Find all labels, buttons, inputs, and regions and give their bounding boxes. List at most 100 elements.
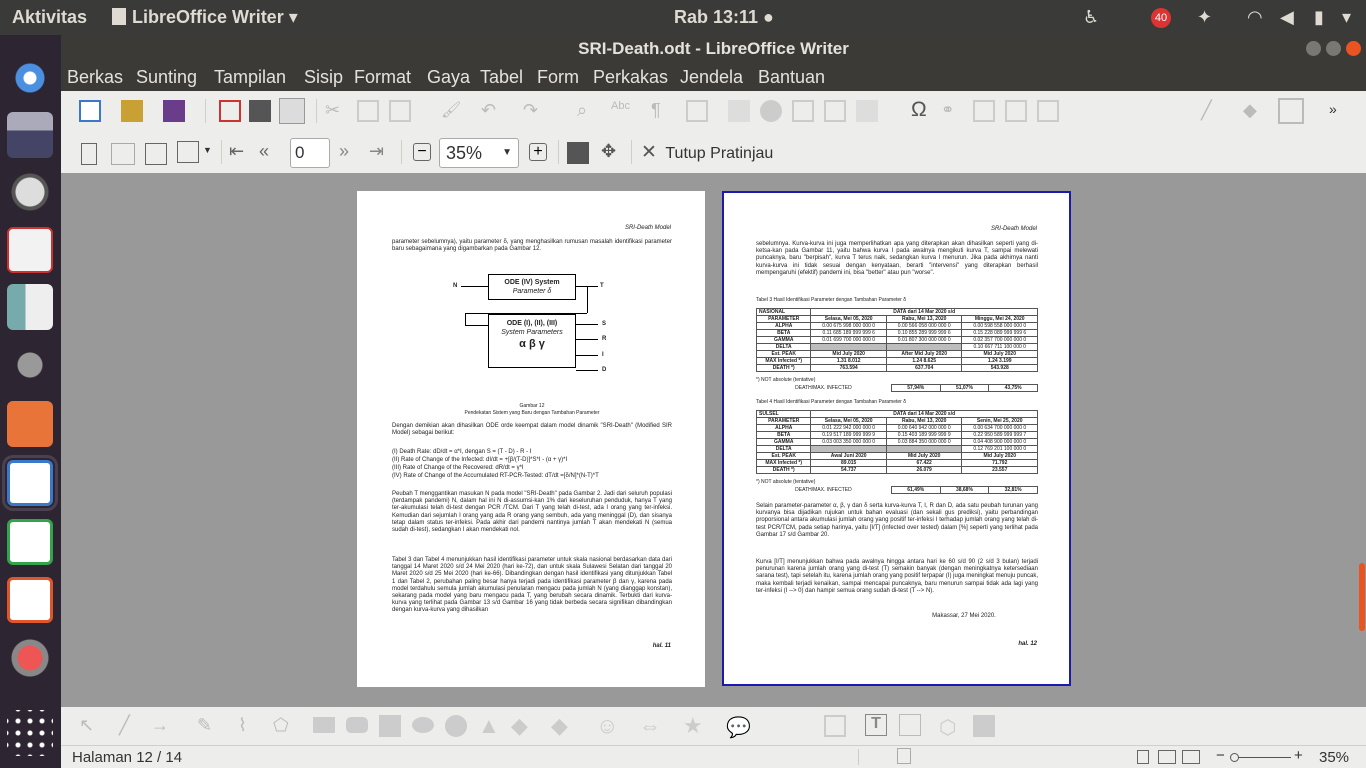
- menu-perkakas[interactable]: Perkakas: [593, 67, 668, 88]
- insert-table-icon[interactable]: [686, 100, 708, 122]
- callouts-icon[interactable]: 💬: [726, 715, 751, 739]
- page-12[interactable]: SRI-Death Model sebelumnya. Kurva-kurva …: [722, 191, 1071, 686]
- battery-icon[interactable]: ▮: [1314, 7, 1324, 28]
- symbol-shapes-icon[interactable]: ☺: [596, 713, 618, 738]
- menu-form[interactable]: Form: [537, 67, 579, 88]
- print-preview-print-icon[interactable]: [567, 142, 589, 164]
- menu-jendela[interactable]: Jendela: [680, 67, 743, 88]
- insert-field-icon[interactable]: [856, 100, 878, 122]
- arrow-line-icon[interactable]: →: [151, 715, 173, 737]
- close-button[interactable]: [1346, 41, 1361, 56]
- menu-sunting[interactable]: Sunting: [136, 67, 197, 88]
- basic-shapes-icon[interactable]: ◆: [1243, 100, 1265, 122]
- system-menu-icon[interactable]: ▾: [1342, 7, 1351, 28]
- footnote-icon[interactable]: [973, 100, 995, 122]
- text-box-icon[interactable]: T: [865, 714, 887, 736]
- libreoffice-impress-doc-icon[interactable]: [7, 577, 53, 623]
- clone-formatting-icon[interactable]: 🖌: [441, 100, 463, 122]
- square-icon[interactable]: [379, 715, 401, 737]
- insert-callout-icon[interactable]: [824, 715, 846, 737]
- insert-page-break-icon[interactable]: [824, 100, 846, 122]
- redo-icon[interactable]: ↷: [523, 100, 545, 122]
- menu-format[interactable]: Format: [354, 67, 411, 88]
- book-view-icon[interactable]: [1182, 750, 1200, 764]
- close-preview-button[interactable]: ✕ Tutup Pratinjau: [641, 141, 773, 164]
- book-preview-icon[interactable]: [145, 143, 167, 165]
- ellipse-icon[interactable]: [412, 717, 434, 733]
- menu-berkas[interactable]: Berkas: [67, 67, 123, 88]
- zoom-out-button[interactable]: −: [1216, 747, 1225, 764]
- fullscreen-icon[interactable]: ✥: [601, 141, 623, 163]
- draw-functions-icon[interactable]: [1278, 98, 1304, 124]
- dropbox-icon[interactable]: ✦: [1197, 7, 1212, 28]
- page-11[interactable]: SRI-Death Model parameter sebelumnya), y…: [357, 191, 705, 687]
- print-preview-icon[interactable]: [279, 98, 305, 124]
- insert-chart-icon[interactable]: [760, 100, 782, 122]
- gimp-icon[interactable]: [7, 342, 53, 388]
- zoom-select[interactable]: 35% ▼: [439, 138, 519, 168]
- more-tools-icon[interactable]: »: [1329, 101, 1351, 123]
- scrollbar-thumb[interactable]: [1359, 563, 1365, 631]
- rhombus-icon[interactable]: ◆: [511, 713, 533, 738]
- curve-icon[interactable]: ⬠: [273, 715, 295, 737]
- stars-icon[interactable]: ★: [683, 713, 705, 738]
- print-icon[interactable]: [249, 100, 271, 122]
- insert-image-icon[interactable]: [728, 100, 750, 122]
- activities-button[interactable]: Aktivitas: [12, 7, 87, 28]
- single-page-icon[interactable]: [81, 143, 97, 165]
- cut-icon[interactable]: ✂: [325, 100, 347, 122]
- clock[interactable]: Rab 13:11 ●: [674, 7, 774, 28]
- menu-gaya[interactable]: Gaya: [427, 67, 470, 88]
- accessibility-icon[interactable]: ♿: [1083, 7, 1099, 28]
- menu-bantuan[interactable]: Bantuan: [758, 67, 825, 88]
- libreoffice-impress-icon[interactable]: [7, 284, 53, 330]
- zoom-in-button[interactable]: +: [1294, 747, 1303, 764]
- select-icon[interactable]: ↖: [79, 715, 101, 737]
- circle-icon[interactable]: [445, 715, 467, 737]
- minimize-button[interactable]: [1306, 41, 1321, 56]
- document-modified-icon[interactable]: [897, 748, 911, 764]
- multi-page-view-icon[interactable]: [1158, 750, 1176, 764]
- settings-icon[interactable]: [7, 635, 53, 681]
- files-icon[interactable]: [7, 401, 53, 447]
- two-pages-icon[interactable]: [111, 143, 135, 165]
- volume-icon[interactable]: ◀: [1280, 7, 1294, 28]
- software-center-icon[interactable]: [7, 169, 53, 215]
- points-icon[interactable]: ⬡: [939, 715, 961, 739]
- zoom-in-icon[interactable]: +: [529, 143, 547, 161]
- wifi-icon[interactable]: ◠: [1247, 7, 1263, 28]
- next-page-icon[interactable]: »: [339, 141, 361, 163]
- network-icon[interactable]: [7, 112, 53, 158]
- track-changes-icon[interactable]: [1037, 100, 1059, 122]
- freeform-icon[interactable]: ✎: [197, 715, 219, 737]
- paste-icon[interactable]: [389, 100, 411, 122]
- zoom-out-icon[interactable]: −: [413, 143, 431, 161]
- save-icon[interactable]: [163, 100, 185, 122]
- line-tool-icon[interactable]: ╱: [119, 715, 141, 737]
- previous-page-icon[interactable]: «: [259, 141, 281, 163]
- open-folder-icon[interactable]: [121, 100, 143, 122]
- first-page-icon[interactable]: ⇤: [229, 141, 251, 163]
- rectangle-icon[interactable]: [313, 717, 335, 733]
- app-grid-icon[interactable]: [7, 710, 53, 756]
- fontwork-icon[interactable]: [899, 714, 921, 736]
- formatting-marks-icon[interactable]: ¶: [651, 100, 673, 122]
- line-icon[interactable]: ╱: [1201, 100, 1223, 122]
- zoom-slider[interactable]: [1230, 753, 1291, 762]
- menu-tampilan[interactable]: Tampilan: [214, 67, 286, 88]
- find-replace-icon[interactable]: ⌕: [577, 100, 599, 122]
- diamond-shapes-icon[interactable]: ◆: [551, 713, 573, 738]
- hyperlink-icon[interactable]: ⚭: [941, 100, 963, 122]
- shadow-icon[interactable]: [973, 715, 995, 737]
- export-pdf-icon[interactable]: [219, 100, 241, 122]
- insert-textbox-icon[interactable]: [792, 100, 814, 122]
- single-page-view-icon[interactable]: [1137, 750, 1149, 764]
- copy-icon[interactable]: [357, 100, 379, 122]
- undo-icon[interactable]: ↶: [481, 100, 503, 122]
- page-number-input[interactable]: 0: [290, 138, 330, 168]
- last-page-icon[interactable]: ⇥: [369, 141, 391, 163]
- maximize-button[interactable]: [1326, 41, 1341, 56]
- libreoffice-writer-icon[interactable]: [2, 455, 58, 511]
- zoom-slider-thumb[interactable]: [1230, 753, 1239, 762]
- vertical-scrollbar[interactable]: [1358, 173, 1366, 707]
